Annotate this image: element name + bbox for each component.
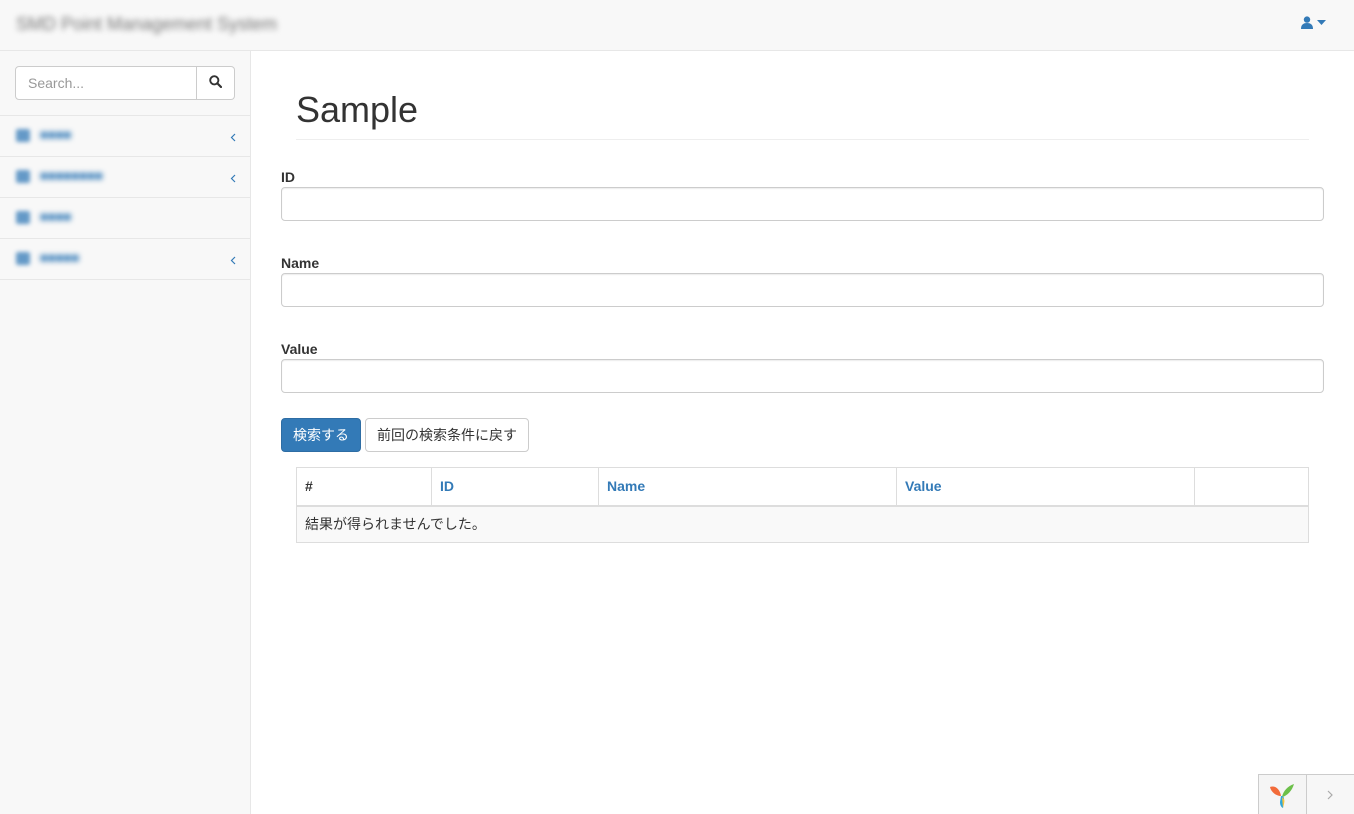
chevron-left-icon <box>230 252 236 268</box>
column-header-value: Value <box>896 467 1195 507</box>
debug-toggle-button[interactable] <box>1306 775 1354 814</box>
column-header-index: # <box>296 467 432 507</box>
column-header-name: Name <box>598 467 897 507</box>
sidebar-search <box>15 66 235 100</box>
table-row: 結果が得られませんでした。 <box>296 505 1309 543</box>
restore-criteria-button[interactable]: 前回の検索条件に戻す <box>365 418 529 452</box>
chevron-right-icon <box>1327 787 1334 803</box>
empty-results-message: 結果が得られませんでした。 <box>296 505 1309 543</box>
sort-id-link[interactable]: ID <box>440 478 454 494</box>
sidebar-item-label: ■■■■■ <box>40 250 80 265</box>
yii-logo-icon[interactable] <box>1259 775 1307 814</box>
gear-icon <box>16 252 30 265</box>
search-icon <box>209 75 223 91</box>
page-title: Sample <box>296 89 419 130</box>
caret-down-icon <box>1317 19 1326 26</box>
sidebar-item-4[interactable]: ■■■■■ <box>0 239 250 280</box>
debug-toolbar <box>1258 774 1354 814</box>
results-table: # ID Name Value 結果が得られませんでした。 <box>296 467 1309 543</box>
sidebar-item-1[interactable]: ■■■■ <box>0 116 250 157</box>
sidebar-item-label: ■■■■■■■■ <box>40 168 103 183</box>
sidebar-menu: ■■■■ ■■■■■■■■ ■■■■ ■■■■■ <box>0 115 250 280</box>
chevron-left-icon <box>230 170 236 186</box>
value-field[interactable] <box>281 359 1324 393</box>
id-field[interactable] <box>281 187 1324 221</box>
table-header-row: # ID Name Value <box>296 467 1309 507</box>
chevron-left-icon <box>230 129 236 145</box>
sidebar-item-2[interactable]: ■■■■■■■■ <box>0 157 250 198</box>
top-navbar: SMD Point Management System <box>0 0 1354 51</box>
user-menu-toggle[interactable] <box>1301 16 1326 29</box>
column-header-id: ID <box>431 467 599 507</box>
app-brand[interactable]: SMD Point Management System <box>16 14 277 35</box>
user-icon <box>1301 16 1313 29</box>
name-field[interactable] <box>281 273 1324 307</box>
value-label: Value <box>281 341 318 357</box>
search-input[interactable] <box>15 66 197 100</box>
page-header: Sample <box>296 88 1309 140</box>
sidebar-item-3[interactable]: ■■■■ <box>0 198 250 239</box>
sidebar-item-label: ■■■■ <box>40 127 72 142</box>
sidebar-item-label: ■■■■ <box>40 209 72 224</box>
column-header-actions <box>1194 467 1309 507</box>
id-label: ID <box>281 169 295 185</box>
sort-name-link[interactable]: Name <box>607 478 645 494</box>
dashboard-icon <box>16 129 30 142</box>
sidebar: ■■■■ ■■■■■■■■ ■■■■ ■■■■■ <box>0 51 251 814</box>
name-label: Name <box>281 255 320 271</box>
search-button[interactable] <box>197 66 235 100</box>
sort-value-link[interactable]: Value <box>905 478 942 494</box>
table-icon <box>16 211 30 224</box>
file-icon <box>16 170 30 183</box>
search-submit-button[interactable]: 検索する <box>281 418 361 452</box>
